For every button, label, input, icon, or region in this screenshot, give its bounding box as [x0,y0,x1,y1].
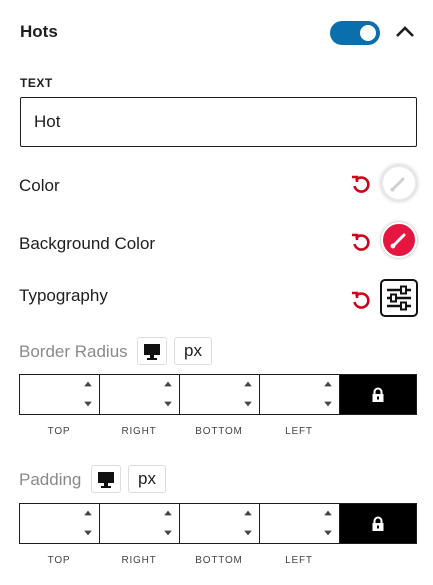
background-color-swatch[interactable] [381,222,417,258]
border-radius-side-label: RIGHT [121,426,157,437]
desktop-icon [98,472,114,488]
stepper-arrows-icon[interactable] [163,504,173,543]
padding-left-input[interactable] [260,504,340,543]
chevron-up-icon[interactable] [394,22,416,42]
stepper-arrows-icon[interactable] [83,375,93,414]
stepper-arrows-icon[interactable] [323,504,333,543]
padding-side-label: RIGHT [121,555,157,566]
border-radius-bottom-input[interactable] [180,375,260,414]
reset-background-color-icon[interactable] [350,232,372,254]
typography-settings-button[interactable] [380,279,418,317]
stepper-arrows-icon[interactable] [163,375,173,414]
border-radius-device-button[interactable] [137,337,167,365]
text-input[interactable] [21,98,416,146]
stepper-arrows-icon[interactable] [83,504,93,543]
stepper-arrows-icon[interactable] [243,504,253,543]
color-swatch[interactable] [381,165,417,201]
desktop-icon [144,344,160,360]
border-radius-right-input[interactable] [100,375,180,414]
reset-typography-icon[interactable] [350,290,372,312]
stepper-arrows-icon[interactable] [243,375,253,414]
stepper-arrows-icon[interactable] [323,375,333,414]
padding-unit-button[interactable]: px [128,465,166,493]
text-field-label: TEXT [20,76,53,90]
border-radius-inputs [19,374,417,415]
padding-side-label: BOTTOM [195,555,243,566]
border-radius-top-input[interactable] [20,375,100,414]
padding-bottom-input[interactable] [180,504,260,543]
reset-color-icon[interactable] [350,174,372,196]
padding-inputs [19,503,417,544]
padding-side-label: LEFT [285,555,313,566]
toggle-knob [360,25,376,41]
sliders-icon [387,285,411,311]
border-radius-side-label: LEFT [285,426,313,437]
padding-device-button[interactable] [91,465,121,493]
padding-right-input[interactable] [100,504,180,543]
padding-label: Padding [19,470,82,489]
panel-title: Hots [20,22,58,41]
border-radius-unit-button[interactable]: px [174,337,212,365]
text-field[interactable] [20,97,417,147]
border-radius-side-label: TOP [47,426,71,437]
typography-label: Typography [19,286,108,305]
enable-toggle[interactable] [330,21,380,45]
border-radius-side-label: BOTTOM [195,426,243,437]
color-label: Color [19,176,60,195]
lock-icon [372,387,384,402]
padding-top-input[interactable] [20,504,100,543]
lock-icon [372,516,384,531]
background-color-label: Background Color [19,234,156,253]
padding-link-button[interactable] [340,504,416,543]
border-radius-link-button[interactable] [340,375,416,414]
border-radius-left-input[interactable] [260,375,340,414]
border-radius-label: Border Radius [19,342,128,361]
padding-side-label: TOP [47,555,71,566]
